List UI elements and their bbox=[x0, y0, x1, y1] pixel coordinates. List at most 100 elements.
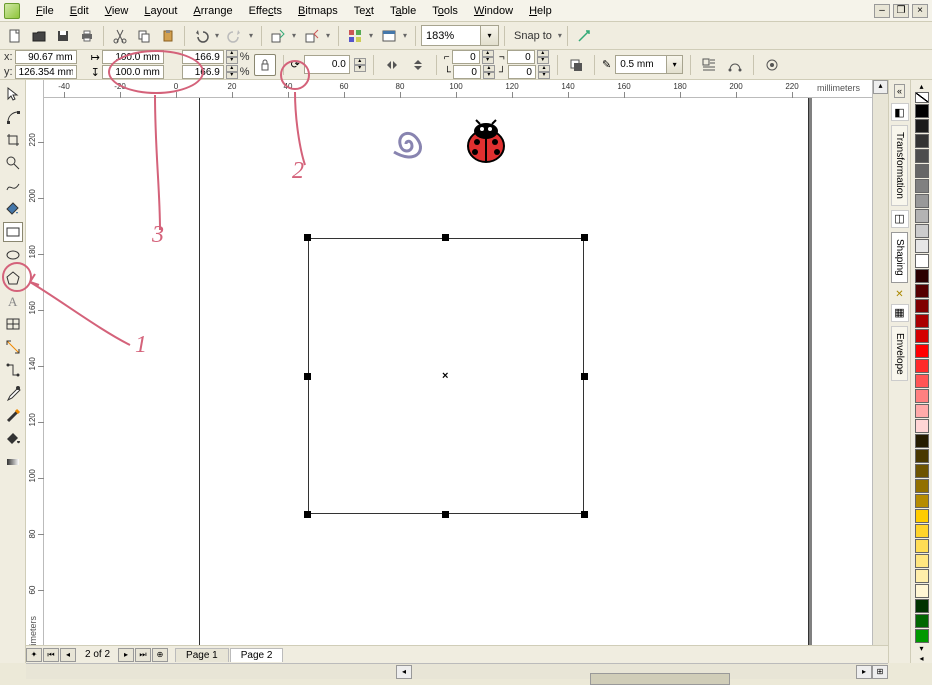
swatch[interactable] bbox=[915, 209, 929, 223]
connector-tool[interactable] bbox=[3, 360, 23, 380]
docker-shaping-icon[interactable]: ◫ bbox=[891, 210, 909, 228]
table-tool[interactable] bbox=[3, 314, 23, 334]
swatch[interactable] bbox=[915, 239, 929, 253]
palette-scroll-up[interactable]: ▴ bbox=[919, 82, 923, 92]
menu-edit[interactable]: Edit bbox=[62, 3, 97, 19]
export-button[interactable]: ▾ bbox=[301, 25, 333, 47]
shape-tool[interactable] bbox=[3, 107, 23, 127]
page-tab-2[interactable]: Page 2 bbox=[230, 648, 284, 662]
scale-x-spinner[interactable]: ▴▾ bbox=[226, 50, 238, 64]
dimension-tool[interactable] bbox=[3, 337, 23, 357]
freehand-tool[interactable] bbox=[3, 176, 23, 196]
menu-file[interactable]: File bbox=[28, 3, 62, 19]
rotation-spinner[interactable]: ▴▾ bbox=[354, 58, 366, 72]
swatch[interactable] bbox=[915, 359, 929, 373]
mirror-horizontal-button[interactable] bbox=[381, 54, 403, 76]
zoom-combo[interactable]: ▾ bbox=[421, 25, 499, 46]
menu-window[interactable]: Window bbox=[466, 3, 521, 19]
navigator-button[interactable]: ⊞ bbox=[872, 665, 888, 679]
convert-to-curves-button[interactable] bbox=[724, 54, 746, 76]
cut-button[interactable] bbox=[109, 25, 131, 47]
menu-help[interactable]: Help bbox=[521, 3, 560, 19]
eyedropper-tool[interactable] bbox=[3, 383, 23, 403]
add-page-button[interactable]: ✦ bbox=[26, 648, 42, 662]
swatch[interactable] bbox=[915, 344, 929, 358]
text-tool[interactable]: A bbox=[3, 291, 23, 311]
lock-ratio-button[interactable] bbox=[254, 54, 276, 76]
menu-effects[interactable]: Effects bbox=[241, 3, 290, 19]
handle-ml[interactable] bbox=[304, 373, 311, 380]
round-corners-button[interactable] bbox=[761, 54, 783, 76]
swatch[interactable] bbox=[915, 494, 929, 508]
window-restore-button[interactable]: ❐ bbox=[893, 4, 909, 18]
swatch[interactable] bbox=[915, 554, 929, 568]
object-height-input[interactable] bbox=[102, 65, 164, 79]
swatch[interactable] bbox=[915, 164, 929, 178]
welcome-button[interactable]: ▾ bbox=[378, 25, 410, 47]
last-page-button[interactable]: ⏭ bbox=[135, 648, 151, 662]
object-y-input[interactable] bbox=[15, 65, 77, 79]
object-width-input[interactable] bbox=[102, 50, 164, 64]
save-button[interactable] bbox=[52, 25, 74, 47]
page-tab-1[interactable]: Page 1 bbox=[175, 648, 229, 662]
docker-envelope-tab[interactable]: Envelope bbox=[891, 326, 908, 382]
interactive-fill-tool[interactable] bbox=[3, 452, 23, 472]
scale-y-spinner[interactable]: ▴▾ bbox=[226, 65, 238, 79]
zoom-tool[interactable] bbox=[3, 153, 23, 173]
docker-transformation-icon[interactable]: ◧ bbox=[891, 103, 909, 121]
scale-x-input[interactable] bbox=[182, 50, 224, 64]
menu-layout[interactable]: Layout bbox=[136, 3, 185, 19]
swatch[interactable] bbox=[915, 584, 929, 598]
ellipse-tool[interactable] bbox=[3, 245, 23, 265]
copy-button[interactable] bbox=[133, 25, 155, 47]
outline-tool[interactable] bbox=[3, 406, 23, 426]
prev-page-button[interactable]: ◂ bbox=[60, 648, 76, 662]
swatch[interactable] bbox=[915, 104, 929, 118]
docker-envelope-icon[interactable]: ▦ bbox=[891, 304, 909, 322]
zoom-dropdown-icon[interactable]: ▾ bbox=[480, 26, 498, 45]
corner-br-input[interactable] bbox=[508, 65, 536, 79]
scale-y-input[interactable] bbox=[182, 65, 224, 79]
swatch[interactable] bbox=[915, 629, 929, 643]
handle-bm[interactable] bbox=[442, 511, 449, 518]
canvas[interactable]: × bbox=[44, 98, 872, 663]
swatch[interactable] bbox=[915, 134, 929, 148]
swatch[interactable] bbox=[915, 479, 929, 493]
menu-tools[interactable]: Tools bbox=[424, 3, 466, 19]
menu-view[interactable]: View bbox=[97, 3, 137, 19]
docker-collapse-button[interactable]: « bbox=[894, 84, 905, 98]
swatch[interactable] bbox=[915, 434, 929, 448]
handle-bl[interactable] bbox=[304, 511, 311, 518]
swatch[interactable] bbox=[915, 404, 929, 418]
polygon-tool[interactable] bbox=[3, 268, 23, 288]
ladybug-object[interactable] bbox=[462, 118, 510, 166]
handle-tr[interactable] bbox=[581, 234, 588, 241]
first-page-button[interactable]: ⏮ bbox=[43, 648, 59, 662]
rotation-input[interactable] bbox=[304, 55, 350, 74]
spiral-object[interactable] bbox=[384, 122, 428, 166]
add-page-after-button[interactable]: ⊕ bbox=[152, 648, 168, 662]
corner-tl-input[interactable] bbox=[452, 50, 480, 64]
paste-button[interactable] bbox=[157, 25, 179, 47]
import-button[interactable]: ▾ bbox=[267, 25, 299, 47]
horizontal-scrollbar[interactable]: ◂ ▸ ⊞ bbox=[26, 663, 888, 679]
vertical-scrollbar[interactable]: ▴ ▾ bbox=[872, 80, 888, 663]
swatch[interactable] bbox=[915, 389, 929, 403]
docker-close-icon[interactable]: ✕ bbox=[895, 289, 903, 300]
menu-arrange[interactable]: Arrange bbox=[185, 3, 240, 19]
wrap-text-button[interactable] bbox=[698, 54, 720, 76]
handle-tm[interactable] bbox=[442, 234, 449, 241]
docker-shaping-tab[interactable]: Shaping bbox=[891, 232, 908, 283]
swatch[interactable] bbox=[915, 329, 929, 343]
palette-scroll-down[interactable]: ▾ bbox=[919, 644, 923, 654]
handle-tl[interactable] bbox=[304, 234, 311, 241]
new-button[interactable] bbox=[4, 25, 26, 47]
swatch[interactable] bbox=[915, 449, 929, 463]
menu-text[interactable]: Text bbox=[346, 3, 382, 19]
corner-tr-input[interactable] bbox=[507, 50, 535, 64]
next-page-button[interactable]: ▸ bbox=[118, 648, 134, 662]
swatch[interactable] bbox=[915, 464, 929, 478]
to-front-button[interactable] bbox=[565, 54, 587, 76]
corner-bl-input[interactable] bbox=[453, 65, 481, 79]
swatch[interactable] bbox=[915, 314, 929, 328]
